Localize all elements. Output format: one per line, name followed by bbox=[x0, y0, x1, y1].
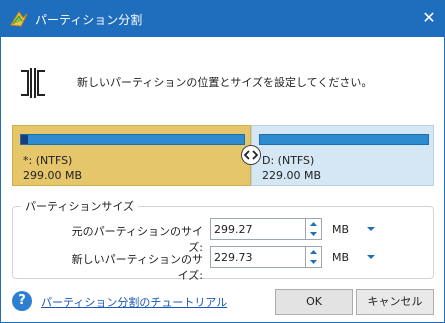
help-icon[interactable]: ? bbox=[12, 291, 32, 311]
split-icon bbox=[21, 68, 45, 98]
new-size-stepper bbox=[306, 246, 322, 268]
partition-right[interactable]: D: (NTFS) 229.00 MB bbox=[251, 125, 434, 186]
partition-size-group-title: パーティションサイズ bbox=[21, 198, 139, 214]
original-size-stepper bbox=[306, 218, 322, 240]
partition-right-usage-bar bbox=[259, 134, 429, 145]
tutorial-link[interactable]: パーティション分割のチュートリアル bbox=[41, 294, 227, 310]
partition-left-used bbox=[21, 135, 28, 144]
original-unit-dropdown-icon[interactable] bbox=[365, 223, 377, 235]
new-size-up-icon[interactable] bbox=[306, 247, 321, 257]
new-size-label: 新しいパーティションのサイズ: bbox=[71, 253, 203, 282]
window-title: パーティション分割 bbox=[35, 13, 143, 27]
resize-arrows-icon bbox=[243, 150, 259, 160]
partition-right-size: 229.00 MB bbox=[262, 169, 322, 182]
title-bar[interactable]: パーティション分割 ✕ bbox=[1, 1, 444, 37]
original-size-up-icon[interactable] bbox=[306, 219, 321, 229]
resize-handle[interactable] bbox=[241, 145, 261, 165]
original-size-input[interactable] bbox=[210, 218, 306, 240]
new-size-input[interactable] bbox=[210, 246, 306, 268]
app-icon bbox=[10, 11, 28, 27]
partition-right-name: D: (NTFS) bbox=[262, 154, 315, 167]
ok-button[interactable]: OK bbox=[275, 289, 353, 315]
original-size-down-icon[interactable] bbox=[306, 229, 321, 239]
partition-left-usage-bar bbox=[20, 134, 245, 145]
cancel-button[interactable]: キャンセル bbox=[356, 289, 434, 315]
new-size-down-icon[interactable] bbox=[306, 257, 321, 267]
split-partition-dialog: パーティション分割 ✕ 新しいパーティションの位置とサイズを設定してください。 … bbox=[0, 0, 445, 323]
partition-left-size: 299.00 MB bbox=[23, 169, 83, 182]
partition-left[interactable]: *: (NTFS) 299.00 MB bbox=[12, 125, 251, 186]
close-button[interactable]: ✕ bbox=[420, 10, 438, 28]
original-size-unit: MB bbox=[332, 223, 350, 236]
new-size-unit: MB bbox=[332, 251, 350, 264]
partition-left-name: *: (NTFS) bbox=[23, 154, 73, 167]
new-unit-dropdown-icon[interactable] bbox=[365, 251, 377, 263]
instruction-text: 新しいパーティションの位置とサイズを設定してください。 bbox=[77, 76, 373, 89]
